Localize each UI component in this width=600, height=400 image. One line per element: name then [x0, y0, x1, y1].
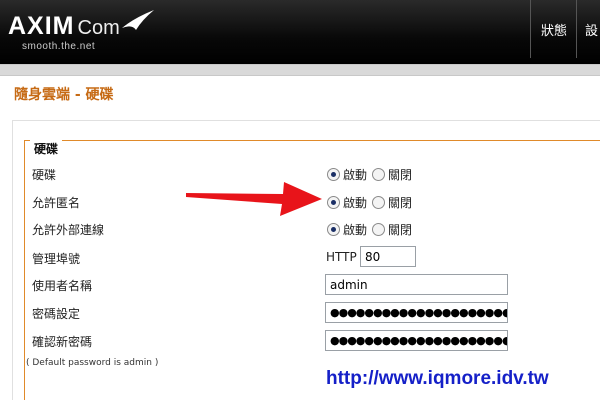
nav-item-settings[interactable]: 設: [576, 0, 600, 58]
disk-radio-group: 啟動 關閉: [327, 166, 412, 183]
radio-label-enable: 啟動: [343, 223, 368, 237]
password-label: 密碼設定: [32, 307, 81, 321]
username-input[interactable]: [325, 274, 508, 295]
watermark-url: http://www.iqmore.idv.tw: [320, 368, 555, 390]
external-access-radio-group: 啟動 關閉: [327, 221, 412, 238]
external-access-label: 允許外部連線: [32, 223, 105, 237]
disk-label: 硬碟: [32, 168, 57, 182]
default-password-note: ( Default password is admin ): [26, 358, 159, 368]
radio-label-enable: 啟動: [343, 196, 368, 210]
anonymous-label: 允許匿名: [32, 196, 81, 210]
nav-item-status[interactable]: 狀態: [530, 0, 574, 58]
port-label: 管理埠號: [32, 252, 81, 266]
external-enable-radio[interactable]: [327, 223, 340, 236]
anonymous-disable-radio[interactable]: [372, 196, 386, 209]
external-disable-radio[interactable]: [372, 223, 386, 236]
confirm-password-input[interactable]: [325, 330, 508, 351]
red-arrow-icon: [186, 182, 322, 216]
radio-label-disable: 關閉: [388, 196, 413, 210]
nav-item-label: 設: [585, 23, 599, 39]
anonymous-radio-group: 啟動 關閉: [327, 194, 412, 211]
disk-enable-radio[interactable]: [327, 168, 340, 181]
logo-tagline: smooth.the.net: [22, 41, 96, 52]
page-title: 隨身雲端 - 硬碟: [14, 87, 114, 103]
disk-disable-radio[interactable]: [372, 168, 386, 181]
header-divider-band: [0, 64, 600, 76]
logo-wordmark: AXIM Com: [8, 12, 120, 40]
axim-logo[interactable]: AXIM Com smooth.the.net: [8, 8, 158, 52]
radio-label-enable: 啟動: [343, 168, 368, 182]
anonymous-enable-radio[interactable]: [327, 196, 340, 209]
nav-item-label: 狀態: [541, 23, 568, 39]
radio-label-disable: 關閉: [388, 223, 413, 237]
username-label: 使用者名稱: [32, 279, 93, 293]
http-prefix: HTTP: [326, 250, 357, 264]
top-bar: AXIM Com smooth.the.net 狀態 設: [0, 0, 600, 64]
password-input[interactable]: [325, 302, 508, 323]
port-input[interactable]: [360, 246, 416, 267]
radio-label-disable: 關閉: [388, 168, 413, 182]
confirm-password-label: 確認新密碼: [32, 335, 93, 349]
bird-swoosh-icon: [122, 10, 154, 30]
fieldset-legend: 硬碟: [30, 140, 63, 157]
